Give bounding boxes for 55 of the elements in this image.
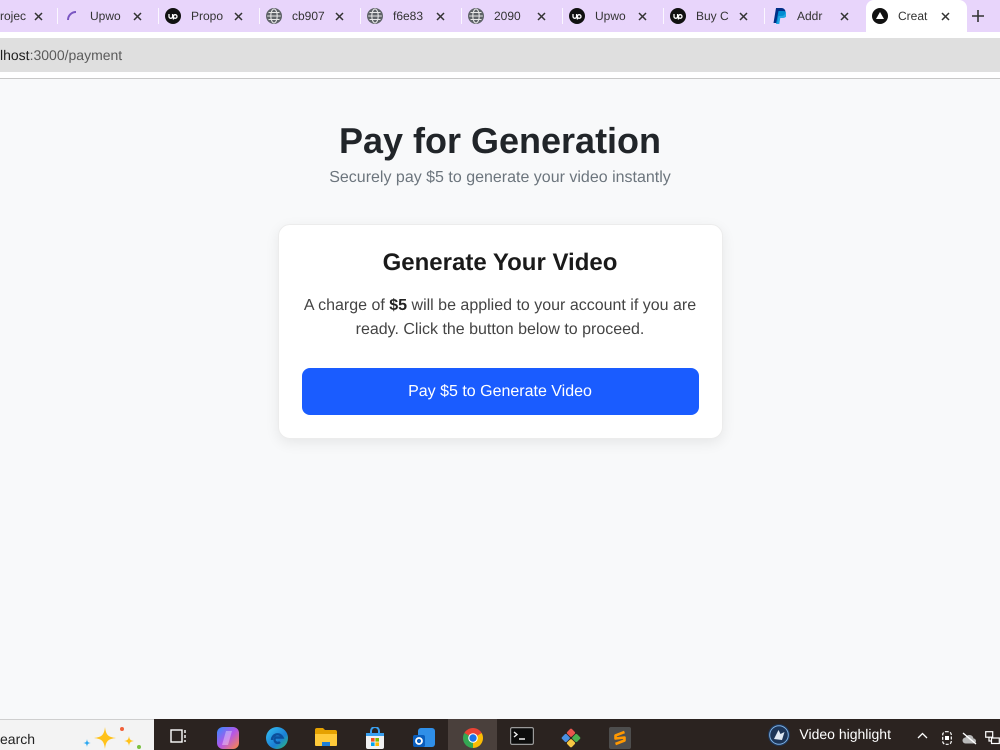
folder-icon bbox=[314, 727, 338, 747]
browser-tab[interactable]: Addr bbox=[765, 0, 866, 32]
zigzag-tile-icon bbox=[608, 727, 630, 749]
globe-icon bbox=[266, 8, 282, 24]
shopping-bag-icon bbox=[364, 727, 386, 749]
search-field[interactable]: earch bbox=[0, 731, 40, 747]
page-title: Pay for Generation bbox=[338, 119, 662, 162]
taskbar-app-button[interactable] bbox=[448, 719, 497, 750]
browser-tab[interactable]: Upwo bbox=[563, 0, 664, 32]
globe-icon bbox=[367, 8, 383, 24]
widget-button[interactable]: Video highlight bbox=[768, 719, 891, 750]
diamond-tiles-icon bbox=[560, 727, 582, 749]
globe-icon bbox=[468, 8, 484, 24]
ring-tile-icon bbox=[412, 727, 434, 749]
emblem-icon bbox=[768, 724, 790, 746]
slanted-logo-icon bbox=[772, 8, 786, 24]
browser-tab[interactable]: f6e83 bbox=[361, 0, 462, 32]
triangle-disc-icon bbox=[872, 8, 888, 24]
color-wheel-icon bbox=[462, 727, 484, 749]
close-icon[interactable] bbox=[34, 12, 43, 20]
close-icon[interactable] bbox=[941, 12, 950, 20]
close-icon[interactable] bbox=[840, 12, 849, 20]
swirl-circle-icon bbox=[266, 727, 288, 749]
terminal-icon bbox=[510, 727, 534, 745]
close-icon[interactable] bbox=[638, 12, 647, 20]
loop-disc-icon bbox=[165, 8, 181, 24]
close-icon[interactable] bbox=[739, 12, 748, 20]
loop-disc-icon bbox=[670, 8, 686, 24]
task-view-icon bbox=[170, 727, 188, 745]
plus-icon[interactable] bbox=[972, 10, 984, 22]
pay-button[interactable]: Pay $5 to Generate Video bbox=[302, 368, 698, 416]
loop-disc-icon bbox=[569, 8, 585, 24]
camera-icon[interactable] bbox=[942, 731, 952, 745]
browser-tab[interactable]: Upwo bbox=[58, 0, 159, 32]
close-icon[interactable] bbox=[335, 12, 344, 20]
card-description: A charge of $5 will be applied to your account if you are ready. Click the button below to proceed. bbox=[302, 296, 698, 340]
browser-tab[interactable]: cb907 bbox=[260, 0, 361, 32]
browser-tab[interactable]: Propo bbox=[159, 0, 260, 32]
spinner-icon bbox=[67, 11, 77, 21]
close-icon[interactable] bbox=[537, 12, 546, 20]
card-title: Generate Your Video bbox=[382, 248, 618, 278]
browser-tab[interactable]: Creat bbox=[866, 0, 967, 32]
browser-tab[interactable]: Buy C bbox=[664, 0, 765, 32]
close-icon[interactable] bbox=[234, 12, 243, 20]
close-icon[interactable] bbox=[133, 12, 142, 20]
network-icon[interactable] bbox=[985, 731, 1000, 745]
close-icon[interactable] bbox=[436, 12, 445, 20]
page-subtitle: Securely pay $5 to generate your video instantly bbox=[329, 168, 671, 188]
sparkles-icon bbox=[82, 726, 142, 750]
browser-tab[interactable]: rojec bbox=[0, 0, 58, 32]
address-field[interactable]: lhost:3000/payment bbox=[0, 38, 1000, 72]
gradient-tile-icon bbox=[216, 727, 238, 749]
caret-up-icon[interactable] bbox=[917, 732, 928, 739]
cloud-off-icon[interactable] bbox=[962, 732, 977, 745]
browser-tab[interactable]: 2090 bbox=[462, 0, 563, 32]
